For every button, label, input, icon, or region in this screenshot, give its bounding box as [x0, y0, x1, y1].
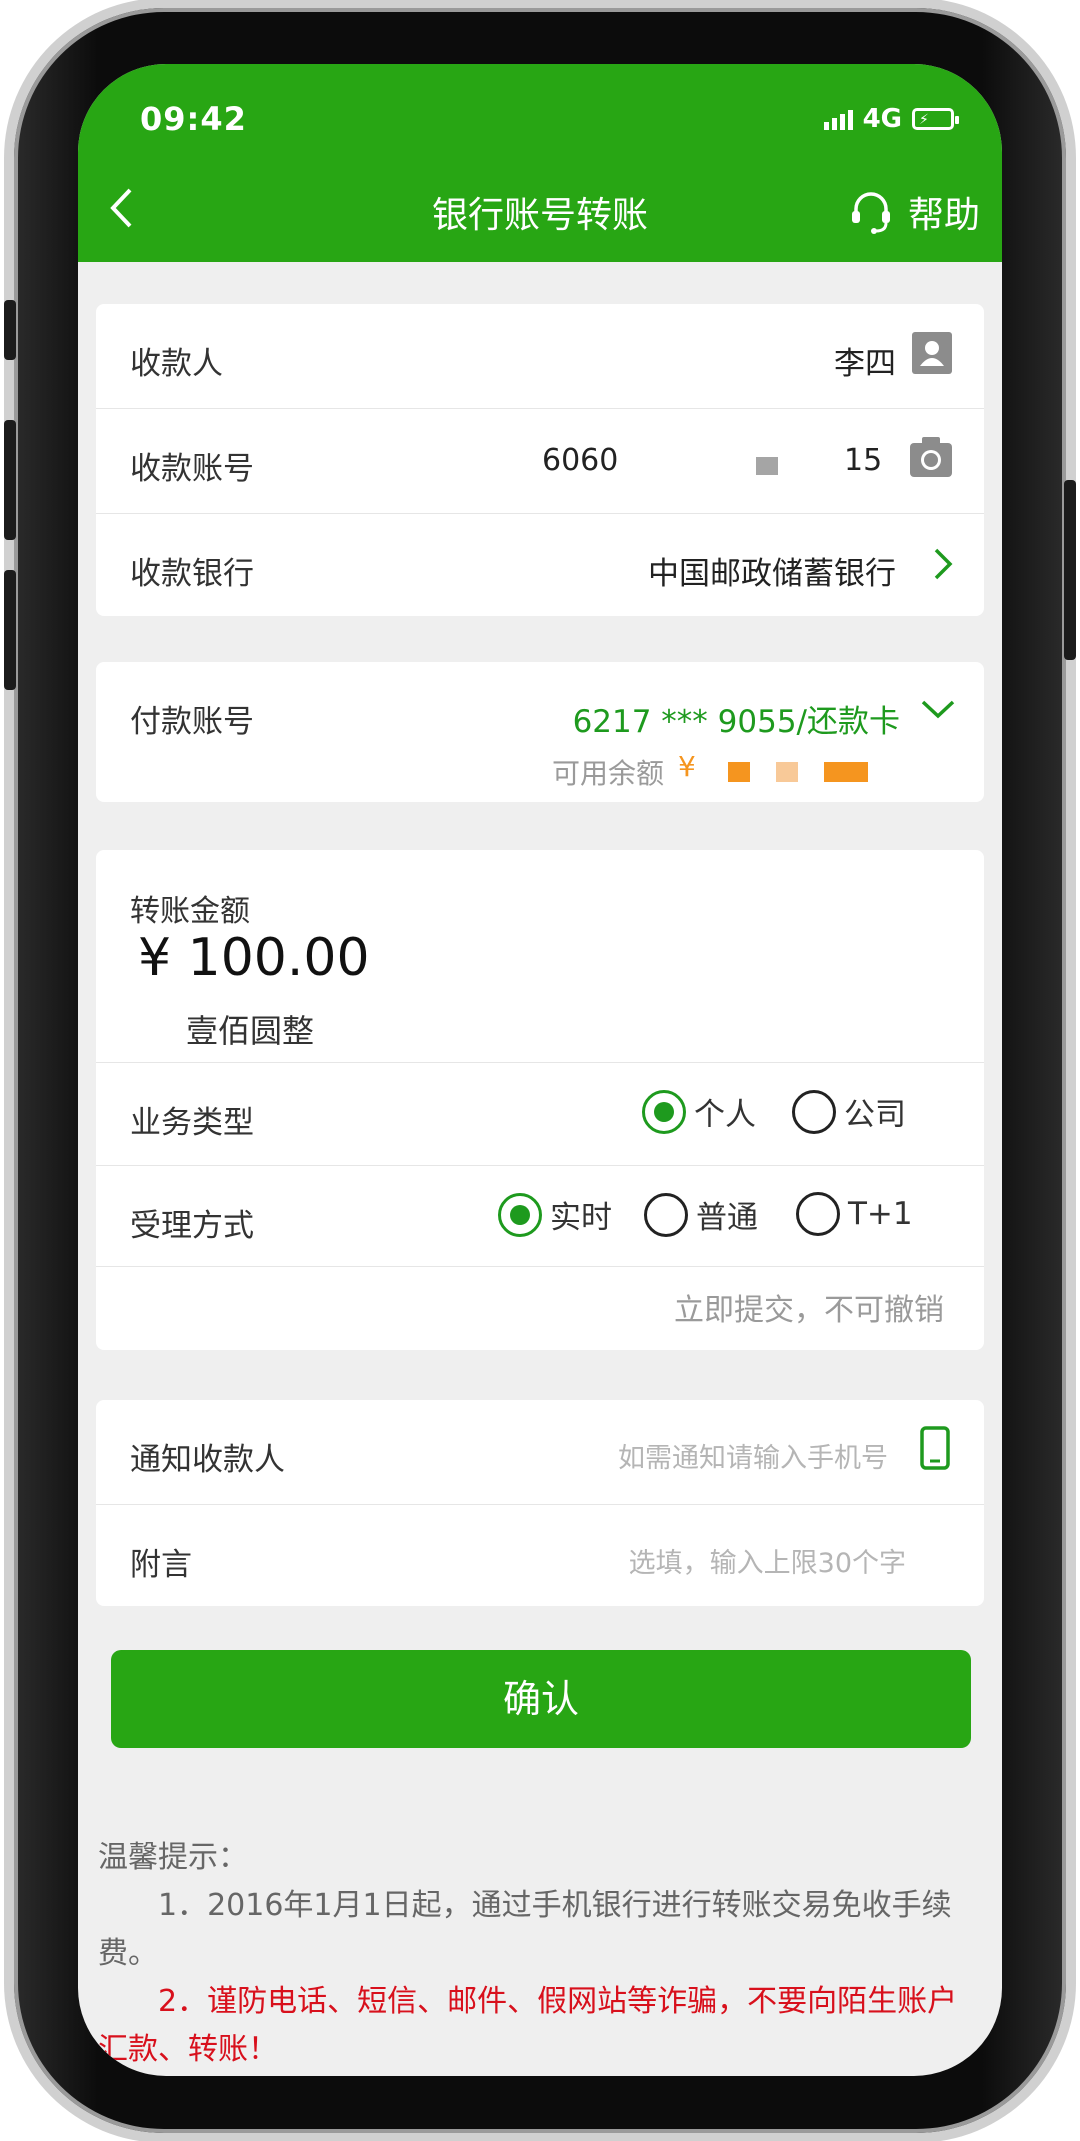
note-row[interactable]: 附言 选填，输入上限30个字 — [96, 1505, 984, 1609]
power-button — [1064, 480, 1076, 660]
amount-card: 转账金额 ¥ 100.00 壹佰圆整 业务类型 个人 公司 受理方式 实时 普通… — [96, 850, 984, 1350]
status-time: 09:42 — [140, 100, 247, 138]
radio-checked-icon — [498, 1192, 542, 1237]
notify-card: 通知收款人 如需通知请输入手机号 附言 选填，输入上限30个字 — [96, 1400, 984, 1606]
note-label: 附言 — [130, 1547, 192, 1583]
amount-value: ¥ 100.00 — [138, 928, 370, 988]
processing-mode-row: 受理方式 实时 普通 T+1 — [96, 1166, 984, 1267]
headset-icon — [851, 192, 890, 234]
tips-title: 温馨提示： — [98, 1840, 248, 1875]
help-label: 帮助 — [907, 195, 980, 236]
signal-icon — [823, 108, 853, 130]
balance-currency: ¥ — [678, 750, 696, 783]
payee-name-label: 收款人 — [130, 346, 223, 382]
chevron-down-icon — [920, 698, 956, 724]
radio-personal[interactable]: 个人 — [642, 1089, 756, 1134]
mute-switch — [4, 300, 16, 360]
nav-bar: 银行账号转账 帮助 — [78, 156, 1002, 262]
notify-label: 通知收款人 — [130, 1442, 285, 1478]
account-prefix: 6060 — [542, 443, 619, 478]
payee-bank-label: 收款银行 — [130, 556, 254, 592]
radio-company[interactable]: 公司 — [792, 1089, 906, 1134]
mode-note: 立即提交，不可撤销 — [674, 1293, 944, 1328]
app-screen: 09:42 4G ⚡ 银行账号转账 帮助 收款人 李四 收款账号 6060 15… — [78, 64, 1002, 2076]
processing-mode-label: 受理方式 — [130, 1208, 254, 1244]
balance-mask-3 — [824, 762, 868, 782]
note-input[interactable]: 选填，输入上限30个字 — [629, 1541, 906, 1580]
chevron-right-icon — [932, 546, 954, 586]
radio-checked-icon — [642, 1089, 686, 1134]
volume-up-button — [4, 420, 16, 540]
help-button[interactable]: 帮助 — [848, 186, 980, 238]
payee-name-row[interactable]: 收款人 李四 — [96, 304, 984, 409]
network-type: 4G — [862, 104, 902, 134]
tip-item-2: 2．谨防电话、短信、邮件、假网站等诈骗，不要向陌生账户汇款、转账！ — [98, 1984, 958, 2067]
radio-realtime[interactable]: 实时 — [498, 1192, 612, 1237]
battery-icon: ⚡ — [912, 108, 959, 130]
amount-in-words: 壹佰圆整 — [186, 1012, 315, 1050]
radio-t-plus-1[interactable]: T+1 — [796, 1192, 913, 1236]
phone-input[interactable]: 如需通知请输入手机号 — [618, 1436, 888, 1475]
tips-section: 温馨提示： 1．2016年1月1日起，通过手机银行进行转账交易免收手续费。 2．… — [98, 1834, 978, 2074]
amount-label: 转账金额 — [130, 894, 250, 929]
business-type-row: 业务类型 个人 公司 — [96, 1063, 984, 1166]
radio-normal[interactable]: 普通 — [644, 1192, 758, 1237]
balance-mask-1 — [728, 762, 750, 782]
payee-account-label: 收款账号 — [130, 451, 254, 487]
contacts-icon[interactable] — [910, 330, 954, 380]
balance-label: 可用余额 — [552, 757, 665, 790]
volume-down-button — [4, 570, 16, 690]
payee-account-row[interactable]: 收款账号 6060 15 — [96, 409, 984, 514]
account-suffix: 15 — [844, 443, 883, 478]
business-type-label: 业务类型 — [130, 1105, 254, 1141]
mode-note-row: 立即提交，不可撤销 — [96, 1267, 984, 1351]
payee-bank-value: 中国邮政储蓄银行 — [648, 556, 896, 592]
payee-bank-row[interactable]: 收款银行 中国邮政储蓄银行 — [96, 514, 984, 618]
amount-section[interactable]: 转账金额 ¥ 100.00 壹佰圆整 — [96, 850, 984, 1063]
payer-account: 6217 *** 9055/还款卡 — [572, 704, 900, 740]
payer-label: 付款账号 — [130, 704, 254, 740]
payee-name-value: 李四 — [834, 346, 896, 382]
balance-mask-2 — [776, 762, 798, 782]
payer-card[interactable]: 付款账号 6217 *** 9055/还款卡 可用余额 ¥ — [96, 662, 984, 802]
notify-row[interactable]: 通知收款人 如需通知请输入手机号 — [96, 1400, 984, 1505]
camera-icon[interactable] — [908, 435, 954, 483]
masked-digits — [756, 457, 778, 475]
status-bar: 09:42 4G ⚡ — [78, 64, 1002, 156]
confirm-button[interactable]: 确认 — [111, 1650, 971, 1748]
radio-unchecked-icon — [644, 1192, 688, 1237]
radio-unchecked-icon — [796, 1192, 840, 1236]
payee-card: 收款人 李四 收款账号 6060 15 收款银行 中国邮政储蓄银行 — [96, 304, 984, 616]
radio-unchecked-icon — [792, 1089, 836, 1134]
tip-item-1: 1．2016年1月1日起，通过手机银行进行转账交易免收手续费。 — [98, 1888, 952, 1971]
mobile-phone-icon[interactable] — [920, 1426, 950, 1474]
status-indicators: 4G ⚡ — [823, 104, 959, 134]
